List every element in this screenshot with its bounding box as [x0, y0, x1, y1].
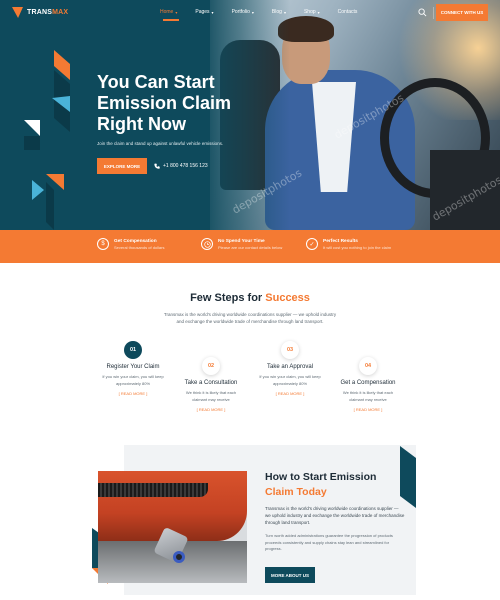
check-icon: ✓ [306, 238, 318, 250]
clock-icon [201, 238, 213, 250]
read-more-link[interactable]: [ READ MORE ] [328, 407, 408, 412]
step-number: 03 [281, 341, 299, 359]
nav-item-contacts[interactable]: Contacts [338, 9, 358, 15]
feature-results: ✓ Perfect Results It will cost you nothi… [306, 238, 391, 250]
hero-title: You Can Start Emission Claim Right Now [97, 72, 232, 134]
step-title: Take a Consultation [184, 380, 238, 386]
logo-text-left: TRANS [27, 9, 53, 16]
top-navbar: TRANSMAX Home ▾ Pages ▾ Portfolio ▾ Blog ▾ S… [0, 0, 500, 26]
feature-compensation: $ Get Compensation Several thousands of … [97, 238, 164, 250]
hero-subtitle: Join the claim and stand up against unla… [97, 141, 224, 146]
claim-paragraph-2: Turn worth added administrations guarant… [265, 533, 393, 551]
step-number: 04 [359, 357, 377, 375]
nav-item-blog[interactable]: Blog ▾ [272, 9, 286, 15]
read-more-link[interactable]: [ READ MORE ] [93, 391, 173, 396]
more-about-us-button[interactable]: MORE ABOUT US [265, 567, 315, 583]
exhaust-photo-grille [98, 483, 208, 497]
step-title: Get a Compensation [340, 380, 396, 386]
feature-title: Perfect Results [323, 238, 358, 244]
step-desc: We think it is likely that each claimant … [342, 390, 394, 402]
hero-section: depositphotos depositphotos depositphoto… [0, 0, 500, 230]
dollar-icon: $ [97, 238, 109, 250]
feature-desc: Several thousands of dollars [114, 244, 165, 250]
nav-divider [433, 7, 434, 19]
step-4: 04 Get a Compensation We think it is lik… [328, 357, 408, 412]
read-more-link[interactable]: [ READ MORE ] [250, 391, 330, 396]
nav-item-portfolio[interactable]: Portfolio ▾ [232, 9, 254, 15]
nav-item-pages[interactable]: Pages ▾ [195, 9, 213, 15]
feature-title: Get Compensation [114, 238, 157, 244]
feature-desc: It will cost you nothing to join the cla… [323, 244, 392, 250]
nav-active-indicator [163, 19, 179, 21]
feature-title: No Spend Your Time [218, 238, 265, 244]
read-more-link[interactable]: [ READ MORE ] [171, 407, 251, 412]
steps-description: Transmax is the world's driving worldwid… [163, 312, 337, 324]
chevron-down-icon: ▾ [175, 9, 178, 15]
logo-mark-icon [12, 7, 23, 18]
exhaust-photo-tip [173, 551, 185, 563]
connect-with-us-button[interactable]: CONNECT WITH US [436, 4, 488, 21]
step-2: 02 Take a Consultation We think it is li… [171, 357, 251, 412]
chevron-down-icon: ▾ [317, 9, 320, 15]
step-number: 01 [124, 341, 142, 359]
step-desc: If you win your claim, you will keep appr… [102, 374, 164, 386]
step-desc: If you win your claim, you will keep appr… [259, 374, 321, 386]
chevron-down-icon: ▾ [251, 9, 254, 15]
phone-icon [154, 163, 160, 169]
exhaust-photo [98, 471, 247, 583]
feature-time: No Spend Your Time Please are our contac… [201, 238, 282, 250]
step-1: 01 Register Your Claim If you win your c… [93, 341, 173, 396]
feature-bar: $ Get Compensation Several thousands of … [0, 230, 500, 263]
search-icon[interactable] [418, 8, 427, 17]
logo[interactable]: TRANSMAX [12, 7, 68, 18]
explore-more-button[interactable]: EXPLORE MORE [97, 158, 147, 174]
decorative-shapes [24, 50, 70, 230]
step-number: 02 [202, 357, 220, 375]
claim-title: How to Start Emission Claim Today [265, 471, 377, 498]
hero-phone[interactable]: +1 800 478 156 123 [154, 163, 208, 169]
steps-title: Few Steps for Success [190, 292, 310, 304]
chevron-down-icon: ▾ [283, 9, 286, 15]
nav-links: Home ▾ Pages ▾ Portfolio ▾ Blog ▾ Shop ▾ Cont… [160, 9, 375, 15]
feature-desc: Please are our contact details below [218, 244, 283, 250]
claim-paragraph-1: Transmax is the world's driving worldwid… [265, 506, 405, 525]
logo-text-right: MAX [52, 9, 69, 16]
step-desc: We think it is likely that each claimant … [185, 390, 237, 402]
step-title: Register Your Claim [106, 364, 160, 370]
nav-item-home[interactable]: Home ▾ [160, 9, 177, 15]
nav-item-shop[interactable]: Shop ▾ [304, 9, 320, 15]
chevron-down-icon: ▾ [211, 9, 214, 15]
step-3: 03 Take an Approval If you win your clai… [250, 341, 330, 396]
phone-number: +1 800 478 156 123 [163, 163, 208, 169]
step-title: Take an Approval [266, 364, 314, 370]
